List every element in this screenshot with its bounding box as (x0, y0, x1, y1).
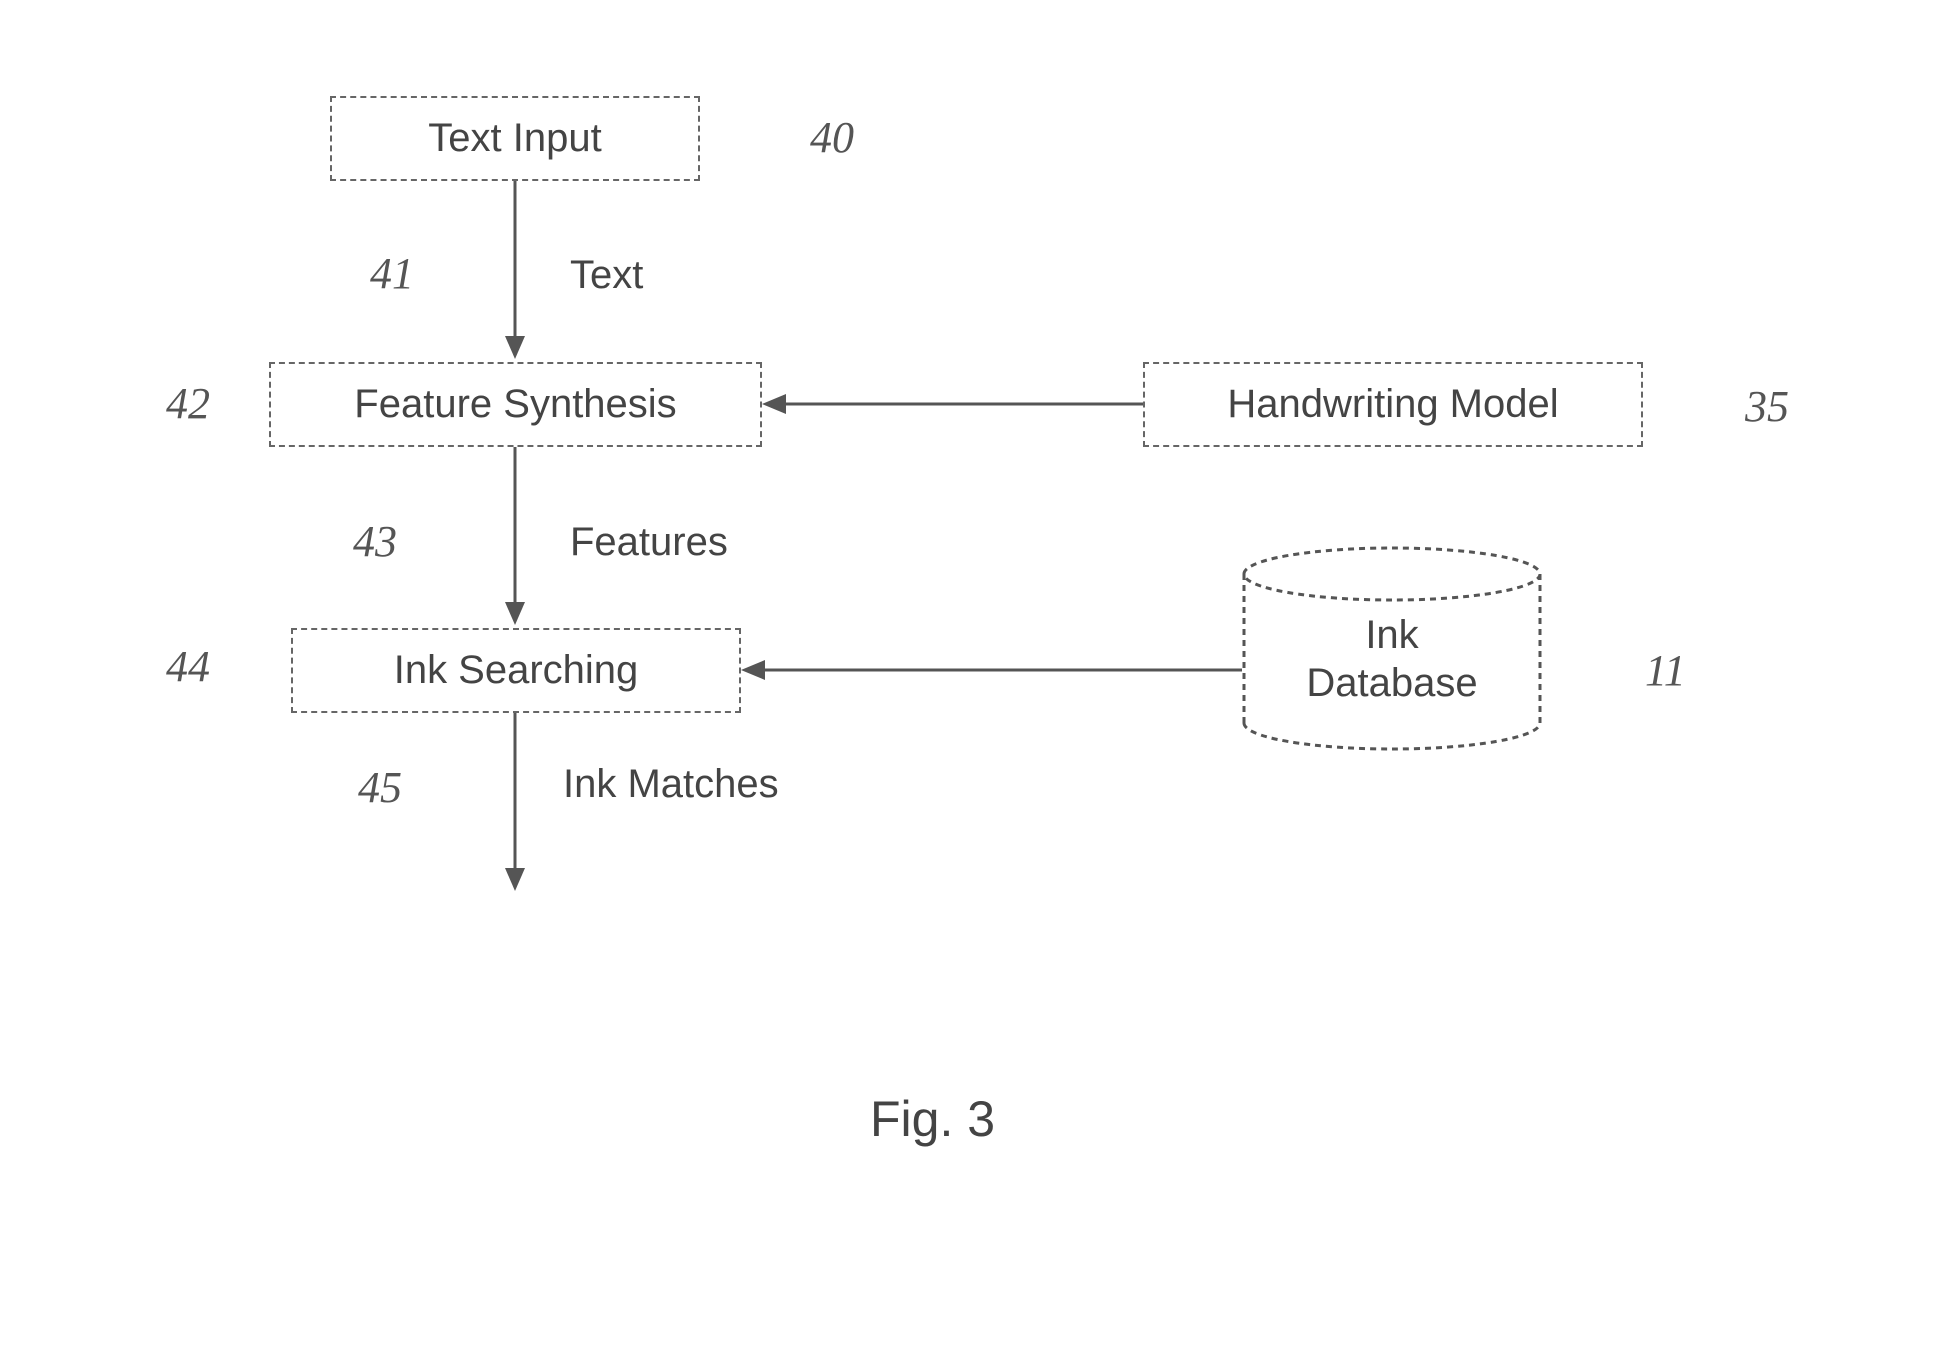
annotation-40: 40 (810, 112, 854, 163)
annotation-35: 35 (1745, 381, 1789, 432)
ink-searching-label: Ink Searching (394, 648, 639, 693)
arrow-ink-searching-output (505, 713, 525, 898)
handwriting-model-label: Handwriting Model (1227, 382, 1558, 427)
arrow-ink-database-to-ink-searching (741, 660, 1242, 685)
annotation-41: 41 (370, 248, 414, 299)
edge-label-text: Text (570, 253, 643, 298)
annotation-42: 42 (166, 378, 210, 429)
arrow-feature-synthesis-to-ink-searching (505, 447, 525, 632)
arrow-handwriting-to-feature-synthesis (762, 394, 1143, 419)
ink-searching-box: Ink Searching (291, 628, 741, 713)
feature-synthesis-label: Feature Synthesis (354, 382, 676, 427)
handwriting-model-box: Handwriting Model (1143, 362, 1643, 447)
edge-label-features: Features (570, 520, 728, 565)
edge-label-ink-matches: Ink Matches (563, 762, 779, 807)
annotation-45: 45 (358, 762, 402, 813)
arrow-text-input-to-feature-synthesis (505, 181, 525, 366)
feature-synthesis-box: Feature Synthesis (269, 362, 762, 447)
annotation-44: 44 (166, 641, 210, 692)
ink-database-label: Ink Database (1306, 611, 1477, 707)
figure-caption: Fig. 3 (870, 1090, 995, 1148)
ink-database-cylinder: Ink Database (1242, 546, 1542, 751)
text-input-label: Text Input (428, 116, 601, 161)
annotation-11: 11 (1645, 645, 1686, 696)
annotation-43: 43 (353, 516, 397, 567)
text-input-box: Text Input (330, 96, 700, 181)
